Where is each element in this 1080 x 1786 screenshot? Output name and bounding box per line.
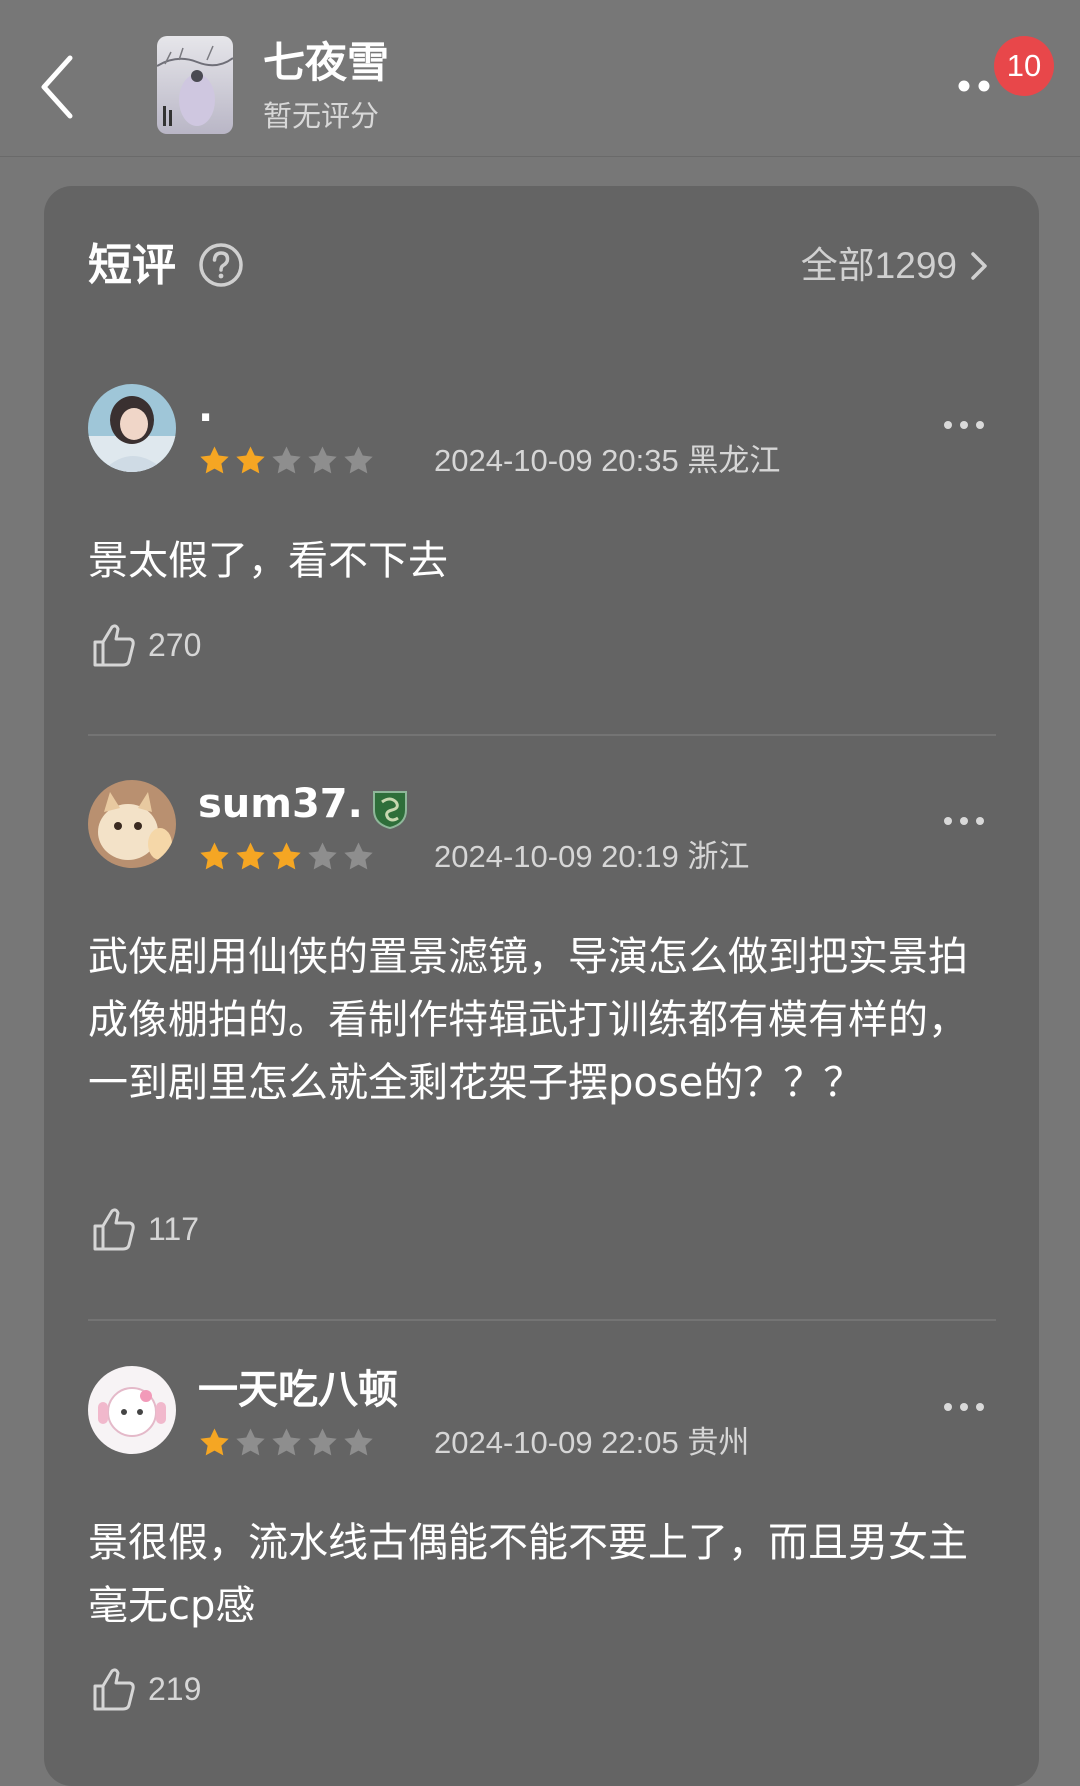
like-button[interactable]: 219	[92, 1666, 201, 1712]
review-text: 武侠剧用仙侠的置景滤镜，导演怎么做到把实景拍成像棚拍的。看制作特辑武打训练都有模…	[88, 934, 968, 1106]
top-bar: 七夜雪 暂无评分 10	[0, 0, 1080, 157]
star-icon	[200, 446, 229, 474]
star-icon	[344, 842, 373, 870]
rating-stars	[198, 1426, 375, 1459]
rating-stars	[198, 840, 375, 873]
badge-snake-icon	[373, 791, 407, 830]
review-meta: 2024-10-09 20:19 浙江	[434, 839, 750, 874]
more-options-icon[interactable]	[942, 814, 986, 828]
short-reviews-card: 短评 全部1299 . 2024-10-09 20:35 黑龙江 景太假了，看不…	[44, 186, 1039, 1786]
star-icon	[200, 1428, 229, 1456]
star-icon	[344, 1428, 373, 1456]
avatar[interactable]	[88, 780, 176, 868]
review-text: 景太假了，看不下去	[88, 538, 448, 584]
rating-stars	[198, 444, 375, 477]
thumbs-up-icon	[93, 1208, 135, 1251]
more-options-icon[interactable]	[942, 1400, 986, 1414]
like-count: 117	[148, 1210, 200, 1247]
star-icon	[308, 842, 337, 870]
drama-poster[interactable]	[157, 36, 233, 134]
drama-title: 七夜雪	[263, 38, 390, 87]
star-icon	[344, 446, 373, 474]
star-icon	[272, 1428, 301, 1456]
view-all-link[interactable]: 全部1299	[801, 238, 989, 294]
star-icon	[272, 446, 301, 474]
star-icon	[272, 842, 301, 870]
star-icon	[236, 446, 265, 474]
star-icon	[308, 1428, 337, 1456]
avatar[interactable]	[88, 384, 176, 472]
reviewer-name[interactable]: sum37.	[198, 776, 363, 832]
reviewer-name[interactable]: 一天吃八顿	[198, 1362, 398, 1418]
chevron-right-icon	[971, 252, 987, 280]
notification-badge: 10	[994, 36, 1054, 96]
review-meta: 2024-10-09 20:35 黑龙江	[434, 443, 781, 478]
back-arrow-icon[interactable]	[38, 52, 78, 122]
divider	[88, 734, 996, 736]
section-title: 短评	[88, 240, 176, 291]
star-icon	[308, 446, 337, 474]
star-icon	[200, 842, 229, 870]
star-icon	[236, 1428, 265, 1456]
divider	[88, 1319, 996, 1321]
rating-status: 暂无评分	[263, 99, 380, 133]
review-text: 景很假，流水线古偶能不能不要上了，而且男女主毫无cp感	[88, 1520, 968, 1629]
review-meta: 2024-10-09 22:05 贵州	[434, 1425, 750, 1460]
thumbs-up-icon	[93, 1668, 135, 1711]
thumbs-up-icon	[93, 624, 135, 667]
more-options-icon[interactable]	[942, 418, 986, 432]
like-count: 270	[148, 626, 202, 663]
star-icon	[236, 842, 265, 870]
avatar[interactable]	[88, 1366, 176, 1454]
like-count: 219	[148, 1670, 202, 1707]
help-icon[interactable]	[198, 242, 244, 288]
like-button[interactable]: 270	[92, 622, 201, 668]
reviewer-name[interactable]: .	[198, 380, 213, 436]
like-button[interactable]: 117	[92, 1206, 199, 1252]
view-all-label: 全部1299	[800, 245, 957, 286]
